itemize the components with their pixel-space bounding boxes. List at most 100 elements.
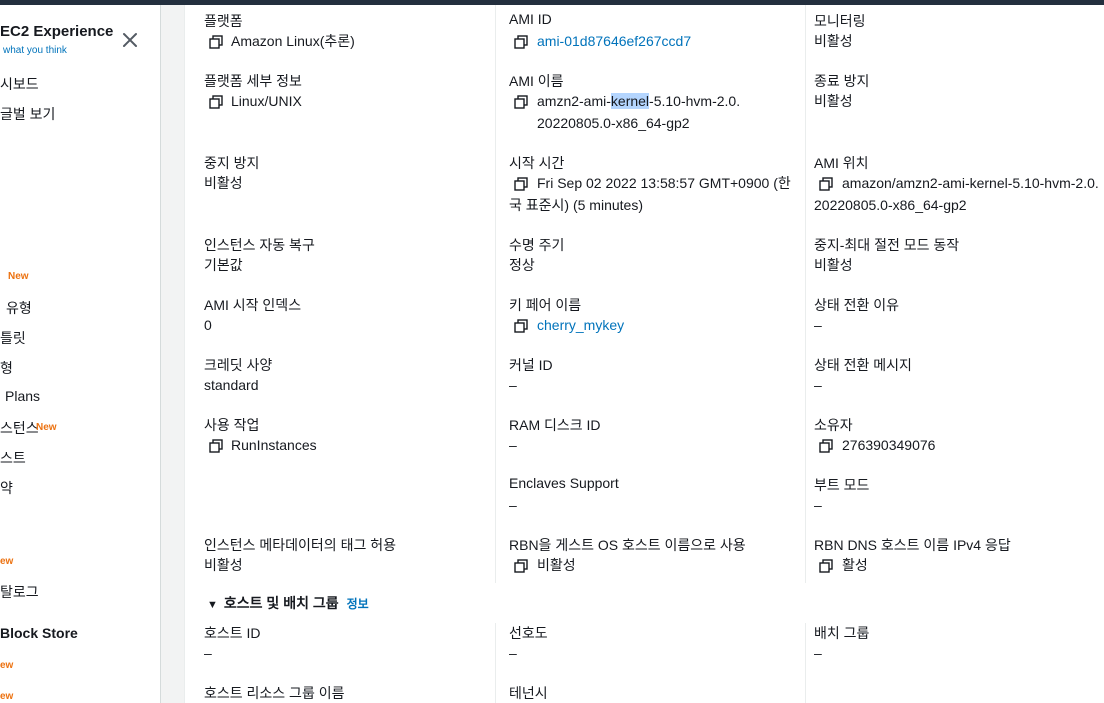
auto-recovery-value: 기본값 [204,257,243,273]
section-title: 호스트 및 배치 그룹 [223,595,339,611]
column-divider [805,623,806,703]
ramdisk-id-label: RAM 디스크 ID [509,417,601,433]
lifecycle-label: 수명 주기 [509,237,565,253]
sidebar-item-instance-types[interactable]: 유형 [6,298,32,318]
copy-icon[interactable] [514,95,528,109]
ami-location-value: amazon/amzn2-ami-kernel-5.10-hvm-2.0.202… [814,175,1099,213]
rbn-dns-label: RBN DNS 호스트 이름 IPv4 응답 [814,537,1011,553]
sidebar-item-spot-requests[interactable]: 형 [0,358,13,378]
monitoring-value: 비활성 [814,33,853,49]
sidebar-item-dashboard[interactable]: 시보드 [0,74,39,94]
stop-hibernate-label: 중지-최대 절전 모드 동작 [814,237,960,253]
host-placement-section-header[interactable]: ▼ 호스트 및 배치 그룹 정보 [207,593,369,613]
sidebar-item-savings-plans[interactable]: Plans [5,388,40,404]
kernel-id-value: – [509,377,517,393]
auto-recovery-label: 인스턴스 자동 복구 [204,237,315,253]
key-pair-link[interactable]: cherry_mykey [537,314,787,336]
close-icon[interactable] [120,30,140,50]
sidebar: EC2 Experience what you think 시보드 글벌 보기 … [0,5,160,703]
column-divider [495,623,496,703]
text-selection: kernel [610,93,650,109]
launch-time-value: Fri Sep 02 2022 13:58:57 GMT+0900 (한국 표준… [509,175,791,213]
info-link[interactable]: 정보 [347,597,369,611]
metadata-tags-label: 인스턴스 메타데이터의 태그 허용 [204,537,396,553]
state-message-value: – [814,377,822,393]
layout-gutter [161,5,184,703]
stop-protection-label: 중지 방지 [204,155,260,171]
placement-group-label: 배치 그룹 [814,625,870,641]
ami-id-label: AMI ID [509,11,552,27]
host-id-label: 호스트 ID [204,625,261,641]
host-id-value: – [204,645,212,661]
state-reason-value: – [814,317,822,333]
sidebar-item-launch-templates[interactable]: 틀릿 [0,328,26,348]
sidebar-item-reserved-instances[interactable]: 스턴스 [0,418,39,438]
kernel-id-label: 커널 ID [509,357,553,373]
ami-launch-index-value: 0 [204,317,212,333]
state-reason-label: 상태 전환 이유 [814,297,900,313]
affinity-label: 선호도 [509,625,548,641]
sidebar-item-dedicated-hosts[interactable]: 스트 [0,448,26,468]
tenancy-label: 테넌시 [509,685,548,701]
column-divider [805,5,806,583]
placement-group-value: – [814,645,822,661]
boot-mode-label: 부트 모드 [814,477,870,493]
sidebar-item-global-view[interactable]: 글벌 보기 [0,104,55,124]
key-pair-label: 키 페어 이름 [509,297,582,313]
new-badge: ew [0,556,14,567]
platform-details-value: Linux/UNIX [231,93,302,109]
stop-protection-value: 비활성 [204,175,243,191]
column-divider [495,5,496,583]
ami-launch-index-label: AMI 시작 인덱스 [204,297,302,313]
sidebar-item-ami-catalog[interactable]: 탈로그 [0,582,39,602]
lifecycle-value: 정상 [509,257,535,273]
ami-location-label: AMI 위치 [814,155,869,171]
copy-icon[interactable] [819,559,833,573]
copy-icon[interactable] [819,439,833,453]
enclaves-label: Enclaves Support [509,475,619,491]
caret-down-icon[interactable]: ▼ [207,599,218,611]
copy-icon[interactable] [514,35,528,49]
platform-label: 플랫폼 [204,13,243,29]
instance-details-panel: 플랫폼 Amazon Linux(추론) AMI ID ami-01d87646… [185,5,1104,703]
copy-icon[interactable] [209,35,223,49]
new-badge: New [36,422,57,433]
new-badge: ew [0,660,14,671]
copy-icon[interactable] [209,439,223,453]
monitoring-label: 모니터링 [814,13,866,29]
metadata-tags-value: 비활성 [204,557,243,573]
copy-icon[interactable] [514,559,528,573]
boot-mode-value: – [814,497,822,513]
feedback-link[interactable]: what you think [3,45,67,56]
platform-details-label: 플랫폼 세부 정보 [204,73,302,89]
launch-time-label: 시작 시간 [509,155,565,171]
owner-label: 소유자 [814,417,853,433]
copy-icon[interactable] [514,319,528,333]
new-badge: New [8,271,29,282]
copy-icon[interactable] [209,95,223,109]
ami-id-link[interactable]: ami-01d87646ef267ccd7 [537,30,787,52]
stop-hibernate-value: 비활성 [814,257,853,273]
rbn-hostname-label: RBN을 게스트 OS 호스트 이름으로 사용 [509,537,746,553]
rbn-hostname-value: 비활성 [537,557,576,573]
termination-protection-label: 종료 방지 [814,73,870,89]
rbn-dns-value: 활성 [842,557,868,573]
ramdisk-id-value: – [509,437,517,453]
host-resource-group-label: 호스트 리소스 그룹 이름 [204,685,345,701]
usage-operation-value: RunInstances [231,437,317,453]
credit-spec-label: 크레딧 사양 [204,357,273,373]
sidebar-item-capacity-reservations[interactable]: 약 [0,478,13,498]
sidebar-section-elastic-block-store[interactable]: Block Store [0,625,78,641]
affinity-value: – [509,645,517,661]
state-message-label: 상태 전환 메시지 [814,357,912,373]
usage-operation-label: 사용 작업 [204,417,260,433]
new-badge: ew [0,691,14,702]
owner-value: 276390349076 [842,437,936,453]
ami-name-value: amzn2-ami-kernel-5.10-hvm-2.0.20220805.0… [537,93,741,131]
termination-protection-value: 비활성 [814,93,853,109]
ami-name-label: AMI 이름 [509,73,564,89]
credit-spec-value: standard [204,377,259,393]
platform-value: Amazon Linux(추론) [231,33,355,49]
sidebar-title: EC2 Experience [0,23,114,40]
enclaves-value: – [509,497,517,513]
